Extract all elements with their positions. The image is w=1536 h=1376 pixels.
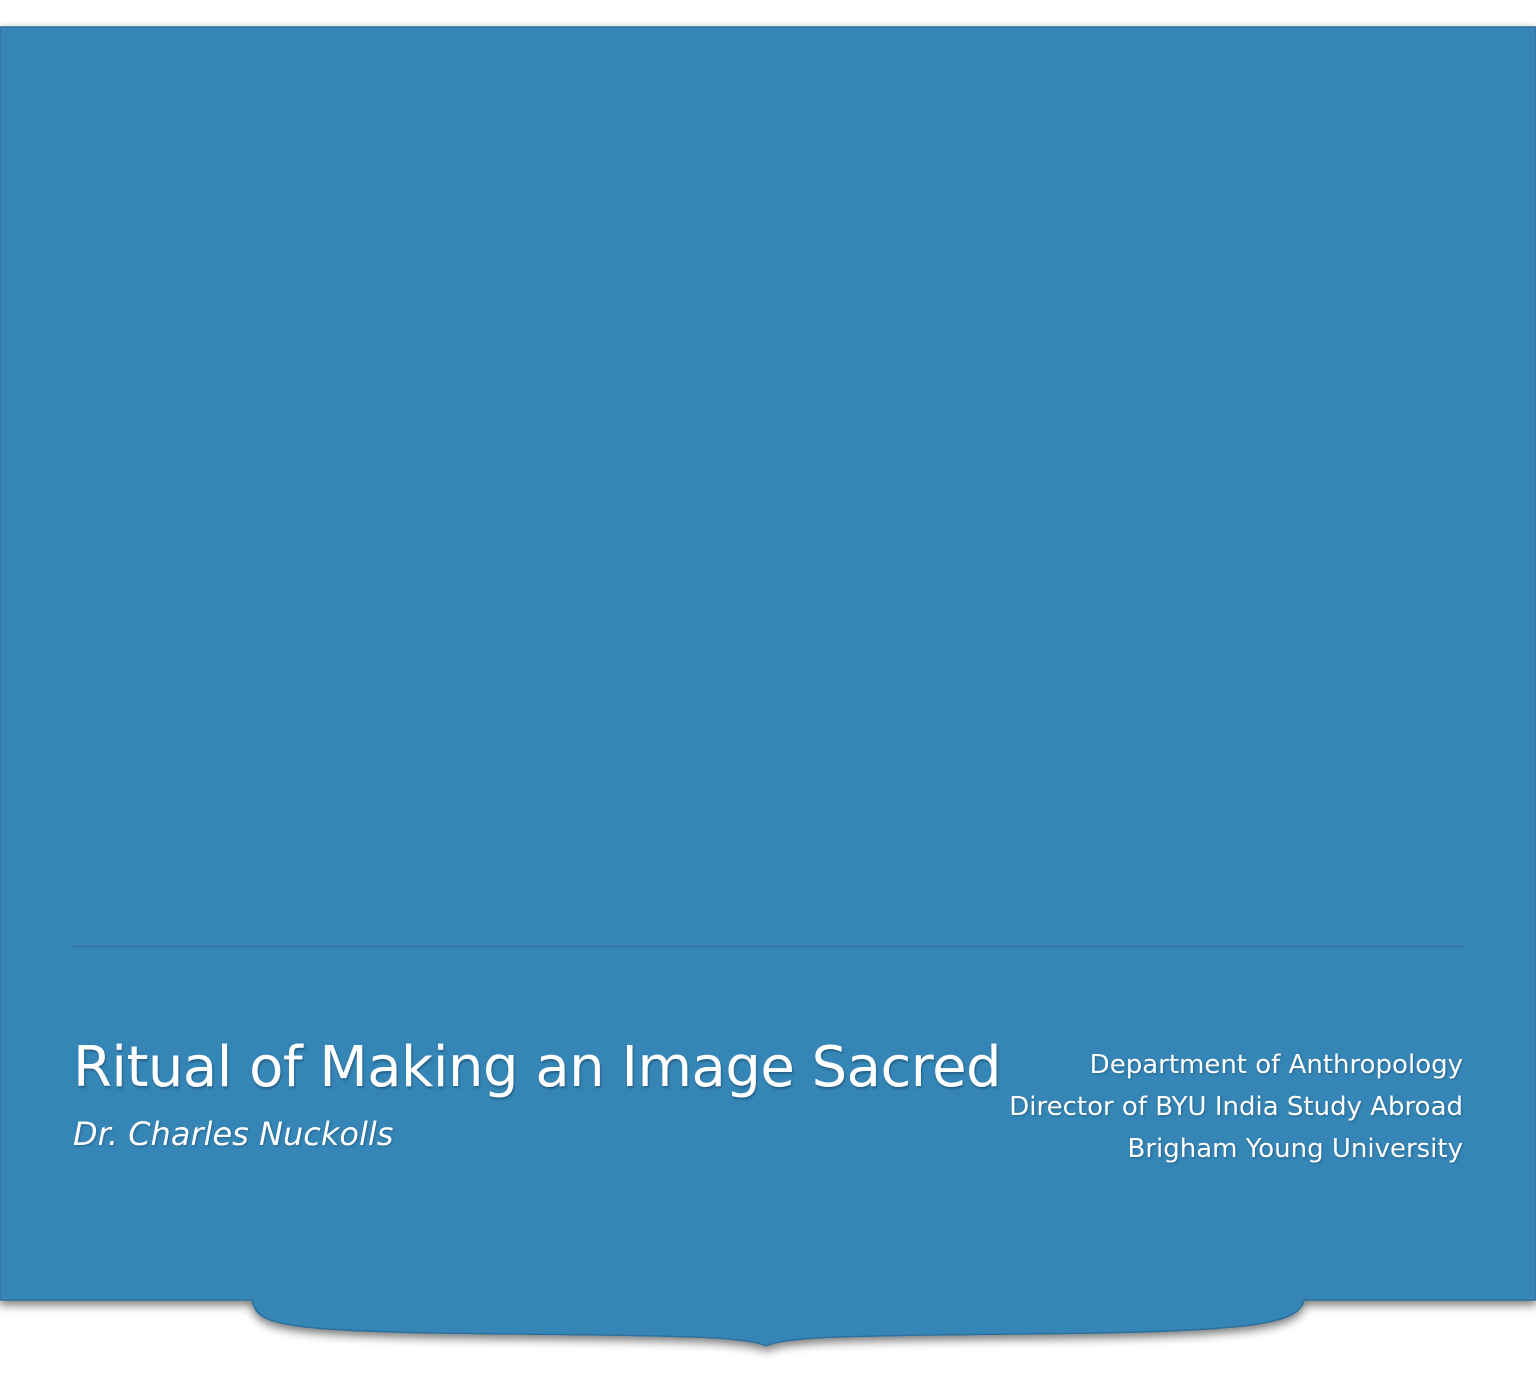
affiliation-role: Director of BYU India Study Abroad xyxy=(1009,1092,1463,1122)
affiliation-block: Department of Anthropology Director of B… xyxy=(943,1044,1463,1170)
affiliation-department: Department of Anthropology xyxy=(1089,1050,1463,1080)
slide-title: Ritual of Making an Image Sacred xyxy=(73,1035,1002,1100)
divider-line xyxy=(71,946,1463,947)
affiliation-university: Brigham Young University xyxy=(1127,1134,1463,1164)
author-name: Dr. Charles Nuckolls xyxy=(73,1115,394,1153)
title-slide: Ritual of Making an Image Sacred Dr. Cha… xyxy=(0,0,1536,1376)
